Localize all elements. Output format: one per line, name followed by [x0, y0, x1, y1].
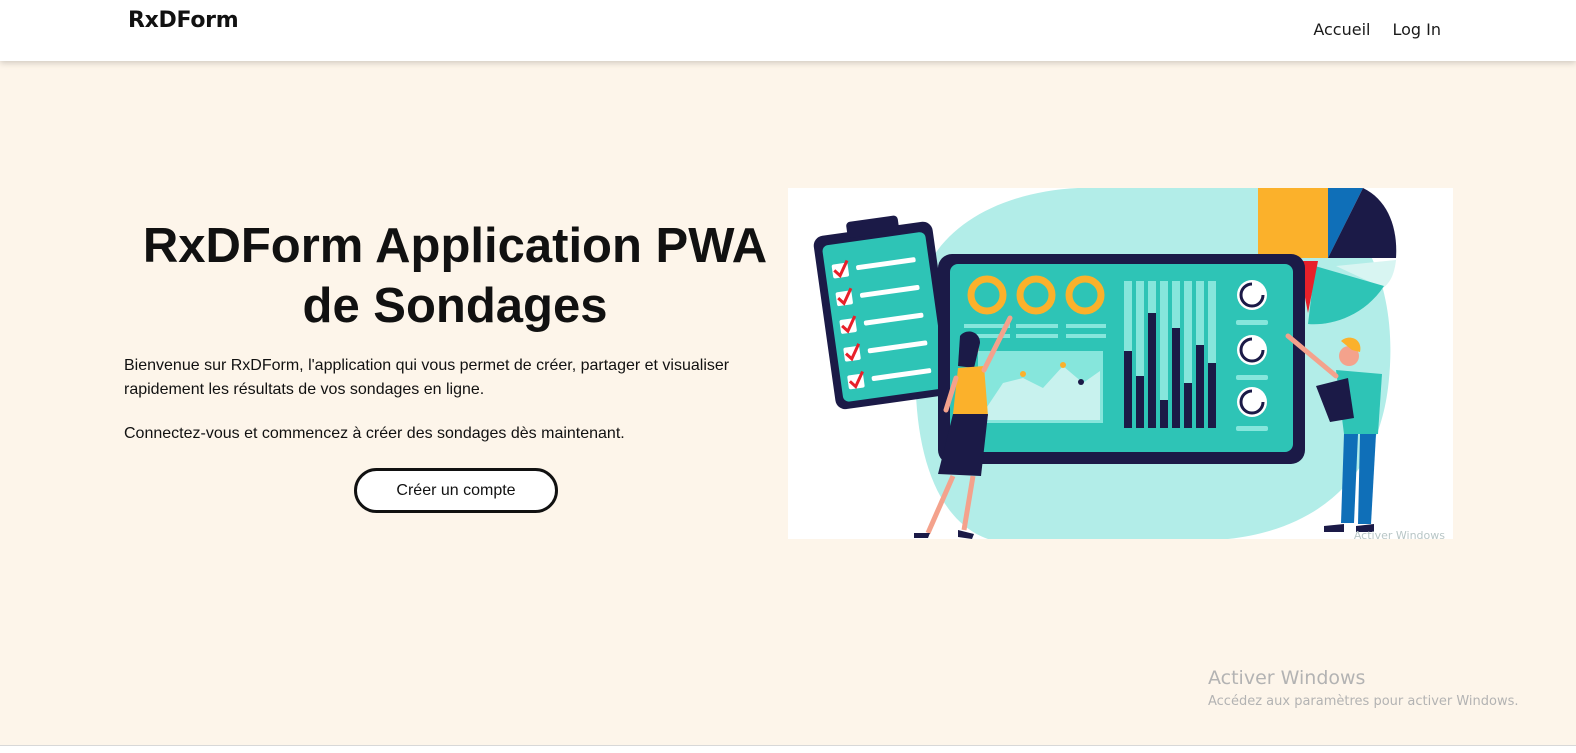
illustration-watermark: Activer Windows: [1353, 529, 1445, 539]
hero-illustration: Activer Windows: [788, 188, 1453, 539]
top-navbar: RxDForm Accueil Log In: [0, 0, 1576, 61]
windows-activation-watermark: Activer Windows Accédez aux paramètres p…: [1208, 666, 1519, 712]
windows-watermark-subtitle: Accédez aux paramètres pour activer Wind…: [1208, 694, 1519, 709]
nav-link-login[interactable]: Log In: [1392, 20, 1441, 39]
hero-cta-text: Connectez-vous et commencez à créer des …: [124, 425, 625, 442]
dashboard-illustration-image: [813, 188, 1397, 539]
hero-title: RxDForm Application PWA de Sondages: [124, 216, 786, 336]
create-account-button[interactable]: Créer un compte: [354, 468, 558, 513]
hero-intro-text: Bienvenue sur RxDForm, l'application qui…: [124, 357, 730, 398]
brand-logo-link[interactable]: RxDForm: [128, 8, 239, 33]
windows-watermark-title: Activer Windows: [1208, 667, 1366, 689]
hero-title-line1: RxDForm Application PWA: [142, 219, 768, 273]
nav-link-accueil[interactable]: Accueil: [1313, 20, 1370, 39]
nav-links: Accueil Log In: [1313, 20, 1441, 39]
hero-section: RxDForm Application PWA de Sondages Bienv…: [0, 61, 1576, 745]
hero-title-line2: de Sondages: [302, 279, 608, 333]
